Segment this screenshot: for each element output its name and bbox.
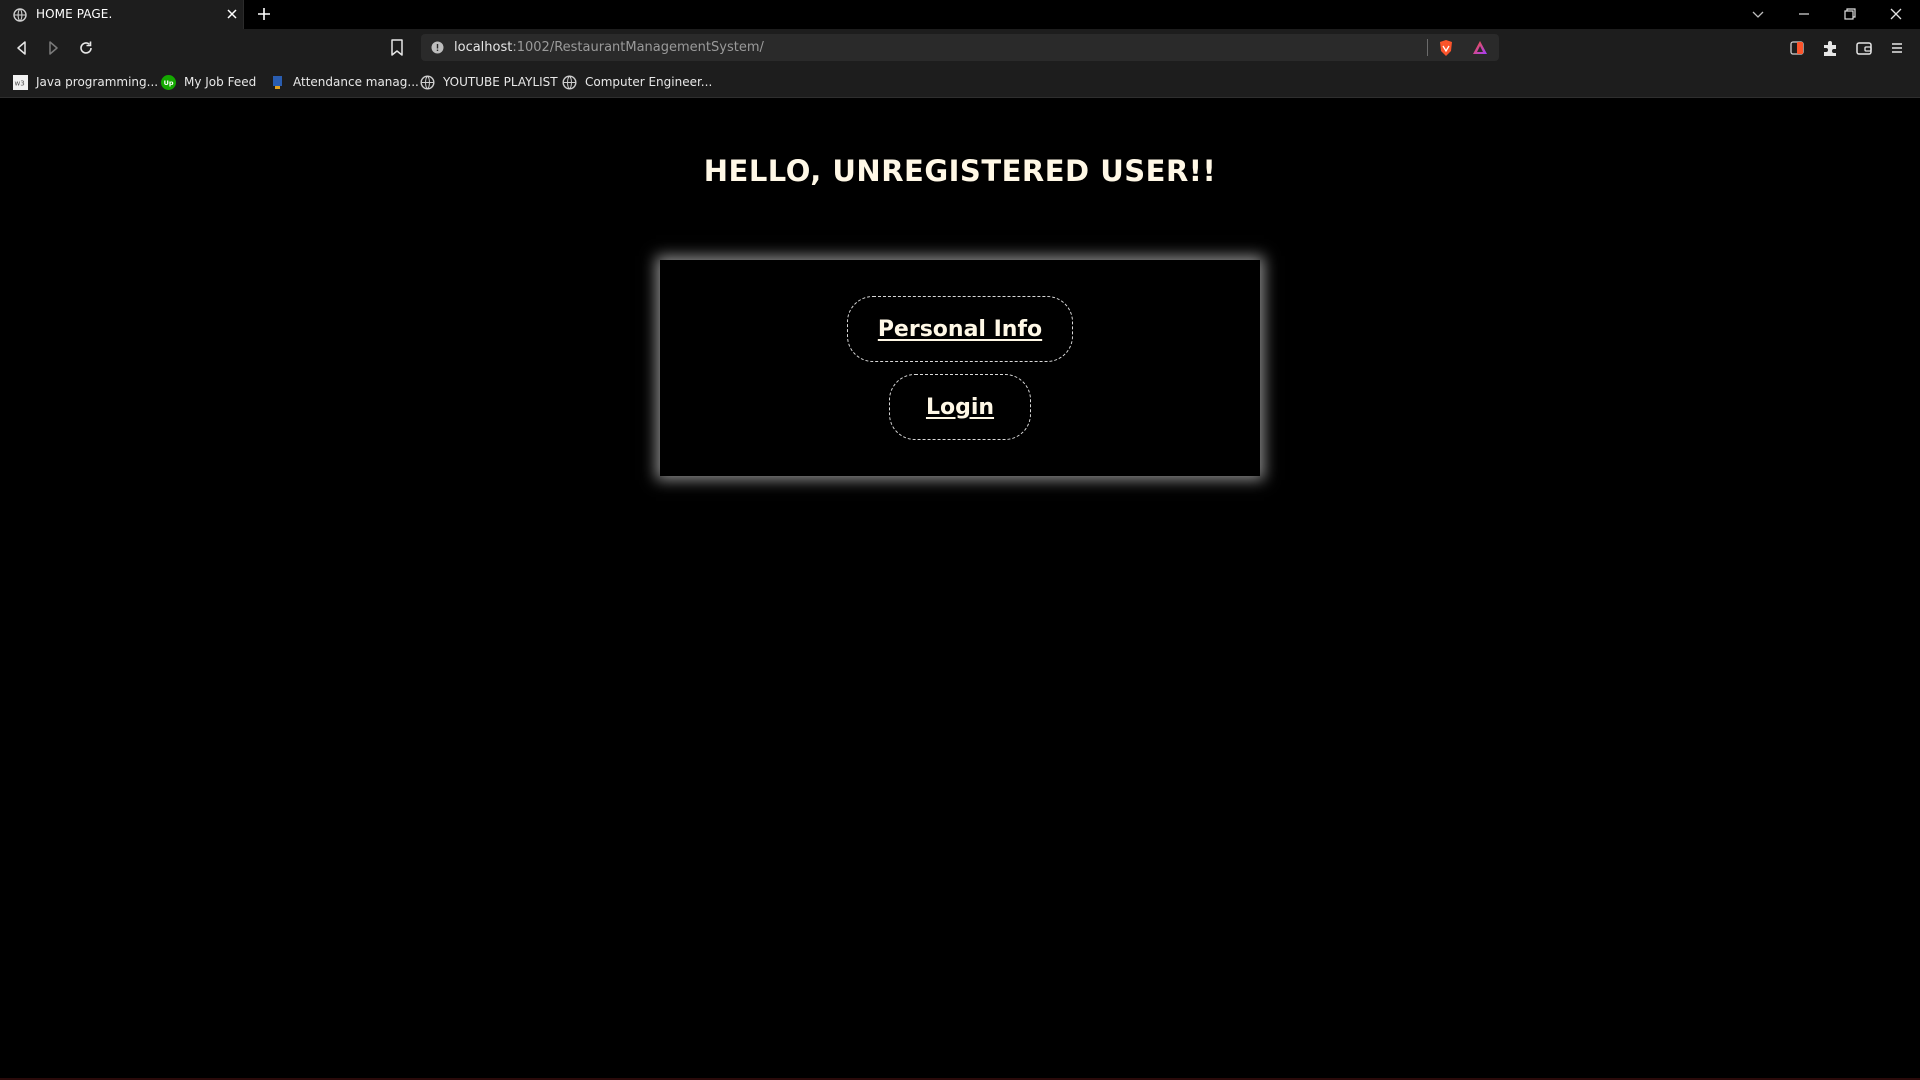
back-icon[interactable] xyxy=(13,39,31,57)
site-info-icon[interactable] xyxy=(431,41,444,54)
bookmark-label: Attendance manag... xyxy=(293,75,419,89)
url-path: :1002/RestaurantManagementSystem/ xyxy=(512,40,764,55)
leo-ai-icon[interactable] xyxy=(1788,39,1806,57)
toolbar: localhost:1002/RestaurantManagementSyste… xyxy=(0,29,1920,66)
restore-icon[interactable] xyxy=(1842,6,1858,22)
menu-card: Personal Info Login xyxy=(660,260,1260,476)
wallet-icon[interactable] xyxy=(1855,39,1873,57)
page-title: HELLO, UNREGISTERED USER!! xyxy=(703,154,1217,188)
globe-icon xyxy=(420,74,435,90)
brave-rewards-icon[interactable] xyxy=(1472,40,1488,55)
bookmark-attendance[interactable]: Attendance manag... xyxy=(270,74,419,90)
login-button[interactable]: Login xyxy=(889,374,1031,440)
svg-text:w3: w3 xyxy=(15,79,25,87)
svg-text:Up: Up xyxy=(164,79,174,87)
urlbar-divider xyxy=(1427,39,1428,56)
personal-info-button[interactable]: Personal Info xyxy=(847,296,1073,362)
close-tab-icon[interactable] xyxy=(226,8,238,20)
address-bar[interactable]: localhost:1002/RestaurantManagementSyste… xyxy=(421,34,1499,61)
new-tab-icon[interactable] xyxy=(256,6,272,22)
bookmark-label: Java programming... xyxy=(36,75,159,89)
reload-icon[interactable] xyxy=(77,39,95,57)
w3schools-icon: w3 xyxy=(13,74,28,90)
bookmarks-bar: w3 Java programming... Up My Job Feed At… xyxy=(0,66,1920,98)
extensions-icon[interactable] xyxy=(1821,39,1839,57)
bookmark-youtube-playlist[interactable]: YOUTUBE PLAYLIST xyxy=(420,74,558,90)
bookmark-java-programming[interactable]: w3 Java programming... xyxy=(13,74,158,90)
url-host: localhost xyxy=(454,40,513,55)
bookmark-my-job-feed[interactable]: Up My Job Feed xyxy=(161,74,256,90)
globe-icon xyxy=(13,8,27,22)
bookmark-icon[interactable] xyxy=(390,39,404,57)
tab-search-chevron-icon[interactable] xyxy=(1750,6,1766,22)
attendance-icon xyxy=(273,75,282,89)
bookmark-label: My Job Feed xyxy=(184,75,257,89)
close-window-icon[interactable] xyxy=(1888,6,1904,22)
upwork-icon: Up xyxy=(161,74,176,90)
bookmark-label: YOUTUBE PLAYLIST xyxy=(443,75,558,89)
bookmark-label: Computer Engineer... xyxy=(585,75,713,89)
forward-icon[interactable] xyxy=(44,39,62,57)
tab-title: HOME PAGE. xyxy=(36,7,113,21)
menu-icon[interactable] xyxy=(1888,39,1906,57)
url-text[interactable]: localhost:1002/RestaurantManagementSyste… xyxy=(454,40,764,55)
browser-window: HOME PAGE. localhost:1002/RestaurantMana… xyxy=(0,0,1920,1080)
minimize-icon[interactable] xyxy=(1796,6,1812,22)
brave-shields-icon[interactable] xyxy=(1438,39,1454,57)
globe-icon xyxy=(562,74,577,90)
tab-strip: HOME PAGE. xyxy=(0,0,1920,29)
page-content: HELLO, UNREGISTERED USER!! Personal Info… xyxy=(0,98,1920,1080)
tab-home-page[interactable]: HOME PAGE. xyxy=(0,0,244,29)
bookmark-computer-engineer[interactable]: Computer Engineer... xyxy=(562,74,712,90)
